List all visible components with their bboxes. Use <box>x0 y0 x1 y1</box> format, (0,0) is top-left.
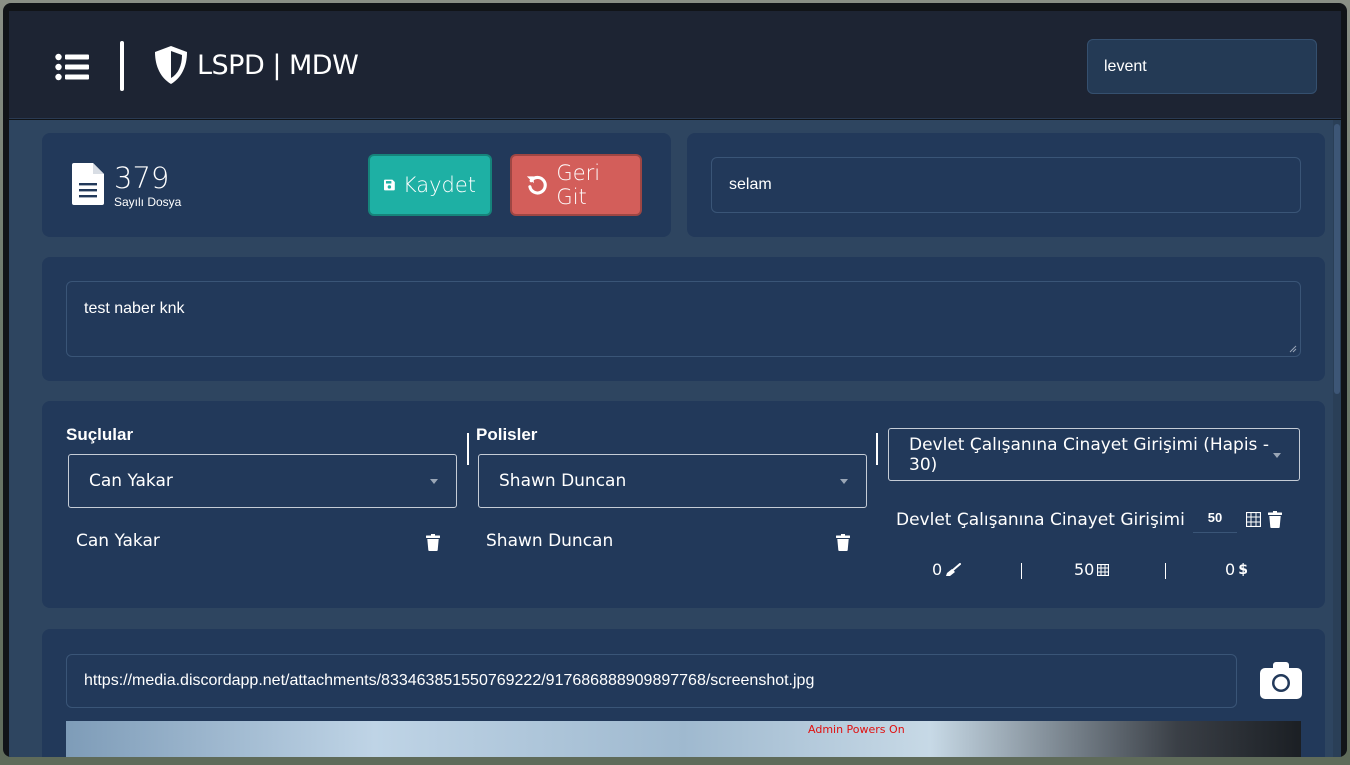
jail-total: 50 <box>1074 560 1110 579</box>
resize-grip-icon[interactable] <box>1289 345 1297 353</box>
chevron-down-icon <box>1273 452 1281 458</box>
jail-value: 50 <box>1074 560 1095 579</box>
chevron-down-icon <box>840 479 848 484</box>
file-info: 379 Sayılı Dosya <box>72 163 181 209</box>
user-field[interactable]: levent <box>1087 39 1317 94</box>
charges-select-value: Devlet Çalışanına Cinayet Girişimi (Hapi… <box>909 434 1269 475</box>
trash-icon[interactable] <box>1268 511 1282 528</box>
trash-icon[interactable] <box>836 534 850 551</box>
criminals-select-value: Can Yakar <box>89 471 173 491</box>
officers-select-value: Shawn Duncan <box>499 471 627 491</box>
back-button-label: Geri Git <box>556 161 601 209</box>
officers-select[interactable]: Shawn Duncan <box>478 454 867 508</box>
scrollbar[interactable] <box>1333 120 1341 757</box>
trash-icon[interactable] <box>426 534 440 551</box>
evidence-url-input[interactable]: https://media.discordapp.net/attachments… <box>66 654 1237 708</box>
community-service-value: 0 <box>932 560 943 579</box>
undo-icon <box>526 175 547 195</box>
brand-title: LSPD | MDW <box>197 49 359 81</box>
shield-icon <box>155 46 187 84</box>
grid-icon <box>1097 563 1110 576</box>
main-content: 379 Sayılı Dosya Kaydet Geri Git selam t… <box>9 120 1341 757</box>
description-text: test naber knk <box>84 300 185 317</box>
criminal-list-item: Can Yakar <box>76 531 160 551</box>
save-button[interactable]: Kaydet <box>368 154 492 216</box>
save-button-label: Kaydet <box>402 173 476 197</box>
scrollbar-thumb[interactable] <box>1334 124 1340 394</box>
grid-icon[interactable] <box>1246 512 1261 527</box>
floppy-disk-icon <box>384 179 395 191</box>
chevron-down-icon <box>430 479 438 484</box>
file-number: 379 <box>114 161 170 195</box>
title-input[interactable]: selam <box>711 157 1301 213</box>
back-button[interactable]: Geri Git <box>510 154 642 216</box>
stat-divider <box>1021 563 1022 579</box>
charge-amount-input[interactable]: 50 <box>1193 505 1237 533</box>
column-divider <box>467 433 469 465</box>
header-bar: LSPD | MDW levent <box>9 11 1341 119</box>
app-window: LSPD | MDW levent 379 Sayılı Dosya Kayde… <box>3 3 1347 757</box>
community-service-total: 0 <box>932 560 962 579</box>
criminals-select[interactable]: Can Yakar <box>68 454 457 508</box>
broom-icon <box>946 562 962 576</box>
participants-card: Suçlular Can Yakar Can Yakar Polisler Sh… <box>42 401 1325 608</box>
evidence-photo: Admin Powers On <box>66 721 1301 757</box>
charge-item-name: Devlet Çalışanına Cinayet Girişimi <box>896 510 1185 530</box>
brand: LSPD | MDW <box>153 45 359 85</box>
evidence-card: https://media.discordapp.net/attachments… <box>42 629 1325 757</box>
header-divider <box>120 41 124 91</box>
column-divider <box>876 433 878 465</box>
stat-divider <box>1165 563 1166 579</box>
photo-overlay-text: Admin Powers On <box>808 723 905 736</box>
dollar-icon: $ <box>1238 561 1248 578</box>
criminals-title: Suçlular <box>66 425 134 444</box>
fine-value: 0 <box>1225 560 1236 579</box>
file-card: 379 Sayılı Dosya Kaydet Geri Git <box>42 133 671 237</box>
description-card: test naber knk <box>42 257 1325 381</box>
file-icon <box>72 163 104 205</box>
officers-title: Polisler <box>476 425 538 444</box>
camera-icon[interactable] <box>1260 662 1302 699</box>
title-card: selam <box>687 133 1325 237</box>
charges-select[interactable]: Devlet Çalışanına Cinayet Girişimi (Hapi… <box>888 428 1300 481</box>
menu-list-icon[interactable] <box>55 53 89 81</box>
fine-total: 0 $ <box>1225 560 1248 579</box>
file-subtitle: Sayılı Dosya <box>114 195 182 209</box>
officer-list-item: Shawn Duncan <box>486 531 614 551</box>
description-textarea[interactable]: test naber knk <box>66 281 1301 357</box>
